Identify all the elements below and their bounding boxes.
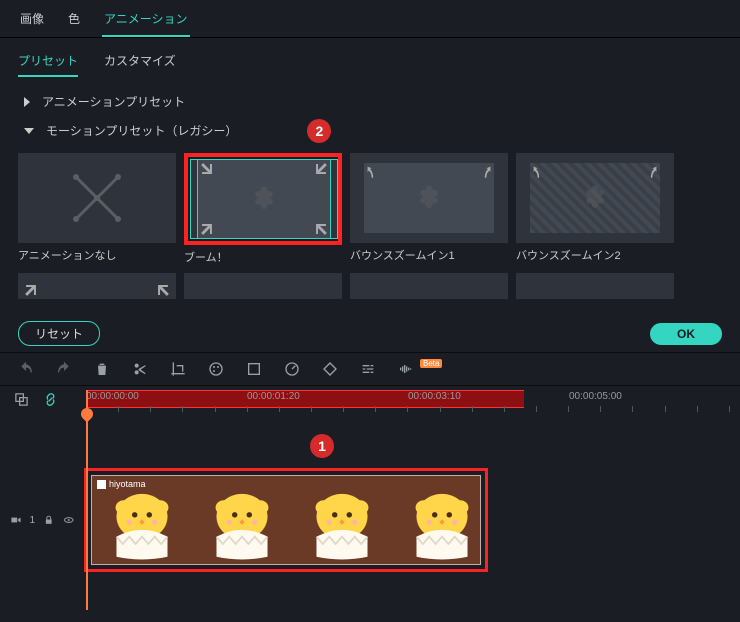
palette-icon[interactable] [208,361,224,377]
subtab-preset[interactable]: プリセット [18,52,78,77]
clip-selection: hiyotama [84,468,488,572]
settings-icon[interactable] [360,361,376,377]
track-number: 1 [29,515,35,526]
animation-subtabs: プリセット カスタマイズ [0,38,740,87]
timecode: 00:00:00:00 [86,391,139,402]
preset-bounce-2[interactable]: バウンスズームイン2 [516,153,674,265]
preset-panel: アニメーションプリセット モーションプリセット（レガシー） 2 アニメーションな… [0,87,740,313]
redo-icon[interactable] [56,361,72,377]
tab-image[interactable]: 画像 [18,6,46,37]
curve-arrow-icon [642,165,658,181]
playhead[interactable] [86,386,93,420]
arrow-in-icon [197,159,217,179]
scissors-icon[interactable] [132,361,148,377]
lock-icon[interactable] [43,514,54,526]
arrow-icon [153,280,173,300]
preset-boom[interactable]: ブーム！ [184,153,342,265]
preset-label: バウンスズームイン1 [350,247,508,263]
tab-color[interactable]: 色 [66,6,82,37]
tab-animation[interactable]: アニメーション [102,6,190,37]
keyframe-icon[interactable] [322,361,338,377]
timecode: 00:00:05:00 [569,391,622,402]
none-icon [67,168,127,228]
footer-bar: リセット OK [0,313,740,352]
text-icon[interactable] [246,361,262,377]
timecode: 00:00:01:20 [247,391,300,402]
clip-thumbnail [192,476,292,564]
arrow-icon [21,280,41,300]
preset-label: ブーム！ [184,249,342,265]
curve-arrow-icon [366,165,382,181]
speed-icon[interactable] [284,361,300,377]
arrow-in-icon [197,219,217,239]
chevron-right-icon [24,97,30,107]
accordion-anim-preset[interactable]: アニメーションプリセット [14,87,726,116]
step-marker-2: 2 [307,119,331,143]
arrow-in-icon [311,219,331,239]
clip-hiyotama[interactable]: hiyotama [91,475,481,565]
subtab-customize[interactable]: カスタマイズ [104,52,176,77]
reset-button[interactable]: リセット [18,321,100,346]
timeline: 00:00:00:00 00:00:01:20 00:00:03:10 00:0… [0,386,740,576]
preset-item[interactable] [18,273,176,299]
track-controls: 1 [10,514,74,526]
preset-item[interactable] [184,273,342,299]
beta-badge: Beta [420,359,442,368]
preset-item[interactable] [350,273,508,299]
clip-thumbnail [392,476,481,564]
preset-none[interactable]: アニメーションなし [18,153,176,265]
undo-icon[interactable] [18,361,34,377]
timecode: 00:00:03:10 [408,391,461,402]
flower-icon [414,183,444,213]
time-ruler[interactable]: 00:00:00:00 00:00:01:20 00:00:03:10 00:0… [0,386,740,414]
video-track-icon[interactable] [10,514,21,526]
flower-icon [249,184,279,214]
ok-button[interactable]: OK [650,323,722,345]
preset-bounce-1[interactable]: バウンスズームイン1 [350,153,508,265]
preset-item[interactable] [516,273,674,299]
trash-icon[interactable] [94,361,110,377]
audio-icon[interactable] [398,361,414,377]
chevron-down-icon [24,128,34,134]
inspector-tabs: 画像 色 アニメーション [0,0,740,38]
curve-arrow-icon [532,165,548,181]
arrow-in-icon [311,159,331,179]
flower-icon [580,183,610,213]
accordion-motion-preset[interactable]: モーションプリセット（レガシー） [14,116,247,145]
clip-name-label: hiyotama [109,479,146,489]
accordion-label: モーションプリセット（レガシー） [46,122,237,139]
curve-arrow-icon [476,165,492,181]
eye-icon[interactable] [63,514,74,526]
preset-label: バウンスズームイン2 [516,247,674,263]
timeline-toolbar: Beta [0,352,740,386]
accordion-label: アニメーションプリセット [42,93,185,110]
step-marker-1: 1 [310,434,334,458]
crop-icon[interactable] [170,361,186,377]
preset-label: アニメーションなし [18,247,176,263]
motion-preset-grid: アニメーションなし ブーム！ [14,145,726,299]
clip-thumbnail [292,476,392,564]
